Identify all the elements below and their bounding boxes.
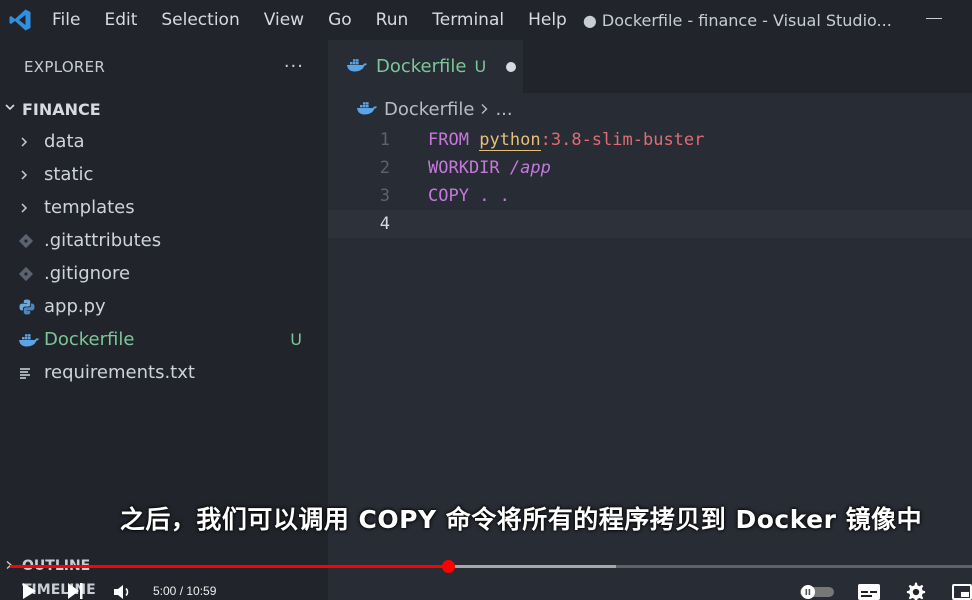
keyword: COPY [428,186,469,206]
menu-selection[interactable]: Selection [149,0,251,40]
folder-root-label: FINANCE [22,99,101,119]
text-file-icon [18,366,44,380]
code-editor[interactable]: 1 FROM python:3.8-slim-buster 2 WORKDIR … [328,126,972,238]
window-title: ● Dockerfile - finance - Visual Studio..… [582,10,892,30]
tree-item-label: .gitattributes [44,230,162,251]
subtitle-text: 之后，我们可以调用 COPY 命令将所有的程序拷贝到 Docker 镜像中 [119,505,923,534]
code-line-current: 4 [328,210,972,238]
tree-item-gitattributes[interactable]: .gitattributes [0,224,328,257]
tree-item-label: static [44,164,94,185]
next-icon[interactable] [66,582,84,600]
git-icon [18,266,44,282]
code-text: FROM python:3.8-slim-buster [428,130,705,151]
line-number: 4 [379,214,390,234]
explorer-title: EXPLORER [24,57,106,76]
video-progress-bar[interactable] [10,560,972,573]
image-name: python [479,130,541,151]
play-icon[interactable] [20,582,38,600]
menu-view[interactable]: View [252,0,316,40]
argument: /app [509,158,551,178]
progress-scrubber-handle[interactable] [442,560,455,573]
menu-file[interactable]: File [40,0,92,40]
code-line: 2 WORKDIR /app [328,154,972,182]
menu-terminal[interactable]: Terminal [420,0,516,40]
folder-root-finance[interactable]: FINANCE [0,93,328,125]
tab-bar: Dockerfile U [328,40,972,93]
tree-item-data[interactable]: data [0,125,328,158]
chevron-right-icon [18,169,44,181]
keyword: FROM [428,130,469,150]
tree-item-static[interactable]: static [0,158,328,191]
progress-played [10,565,448,568]
menu-edit[interactable]: Edit [92,0,149,40]
tree-item-app-py[interactable]: app.py [0,290,328,323]
code-line: 3 COPY . . [328,182,972,210]
untracked-badge: U [290,330,302,349]
tree-item-label: app.py [44,296,106,317]
docker-icon [356,100,378,120]
tree-item-requirements[interactable]: requirements.txt [0,356,328,389]
tab-status-badge: U [474,57,487,76]
video-time: 5:00 / 10:59 [153,584,217,598]
unsaved-dot-icon[interactable] [506,61,517,72]
image-tag: :3.8-slim-buster [540,130,705,150]
argument: . . [479,186,510,206]
docker-icon [18,332,44,348]
tab-dockerfile[interactable]: Dockerfile U [328,40,523,93]
code-text: COPY . . [428,186,510,206]
vscode-logo-icon [0,0,40,40]
video-subtitle: 之后，我们可以调用 COPY 命令将所有的程序拷贝到 Docker 镜像中 [0,500,972,536]
minimize-icon[interactable] [926,18,942,19]
code-text: WORKDIR /app [428,158,551,178]
keyword: WORKDIR [428,158,500,178]
menu-run[interactable]: Run [364,0,421,40]
chevron-right-icon [18,202,44,214]
settings-gear-icon[interactable] [905,582,927,600]
miniplayer-icon[interactable] [952,584,972,600]
subtitles-icon[interactable] [858,584,880,600]
python-icon [18,298,44,316]
explorer-header: EXPLORER ··· [0,40,328,93]
menu-help[interactable]: Help [516,0,579,40]
tree-item-label: .gitignore [44,263,131,284]
title-bar: File Edit Selection View Go Run Terminal… [0,0,972,40]
line-number: 1 [379,130,390,150]
tab-label: Dockerfile [376,56,467,77]
code-line: 1 FROM python:3.8-slim-buster [328,126,972,154]
line-number: 2 [379,158,390,178]
tree-item-label: templates [44,197,135,218]
autoplay-toggle-icon[interactable] [800,585,836,599]
git-icon [18,233,44,249]
breadcrumb-more[interactable]: ... [495,99,512,120]
chevron-down-icon [4,101,22,117]
tree-item-label: requirements.txt [44,362,195,383]
breadcrumb: Dockerfile ... [328,93,972,126]
volume-icon[interactable] [112,583,132,600]
menu-go[interactable]: Go [316,0,364,40]
tree-item-label: data [44,131,85,152]
docker-icon [346,57,368,77]
tree-item-templates[interactable]: templates [0,191,328,224]
chevron-right-icon [480,100,489,119]
more-actions-icon[interactable]: ··· [284,56,304,77]
chevron-right-icon [18,136,44,148]
menu-bar: File Edit Selection View Go Run Terminal… [40,0,579,40]
line-number: 3 [379,186,390,206]
tree-item-dockerfile[interactable]: Dockerfile U [0,323,328,356]
breadcrumb-file[interactable]: Dockerfile [384,99,474,120]
tree-item-gitignore[interactable]: .gitignore [0,257,328,290]
tree-item-label: Dockerfile [44,329,135,350]
